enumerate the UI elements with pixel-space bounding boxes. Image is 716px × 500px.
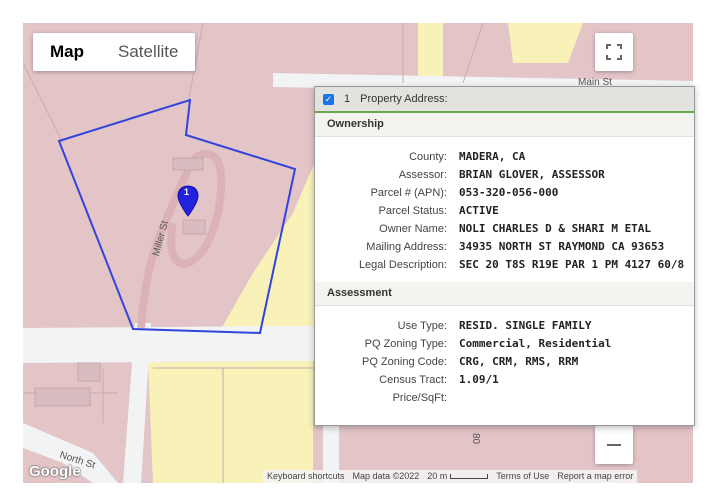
ownership-section-title: Ownership — [315, 113, 694, 137]
marker-label: 1 — [184, 187, 190, 197]
property-address-title: Property Address: — [360, 93, 448, 105]
info-value: ACTIVE — [459, 204, 499, 217]
ownership-rows: County: MADERA, CA Assessor: BRIAN GLOVER,… — [315, 137, 694, 282]
info-row: Parcel Status: ACTIVE — [315, 202, 694, 220]
property-number: 1 — [344, 93, 351, 105]
info-row: Legal Description: SEC 20 T8S R19E PAR 1 … — [315, 256, 694, 274]
scale-indicator[interactable]: 20 m — [423, 470, 492, 483]
popup-header: ✓ 1 Property Address: — [315, 87, 694, 113]
scale-label: 20 m — [427, 471, 448, 481]
info-label: Parcel Status: — [378, 205, 447, 217]
commercial-zone — [418, 23, 443, 83]
commercial-zone — [148, 358, 313, 483]
info-row: PQ Zoning Type: Commercial, Residential — [315, 335, 694, 353]
info-value: RESID. SINGLE FAMILY — [459, 319, 592, 332]
info-value: NOLI CHARLES D & SHARI M ETAL — [459, 222, 652, 235]
property-info-popup: ✓ 1 Property Address: Ownership County: M… — [314, 86, 695, 426]
info-label: Owner Name: — [379, 223, 447, 235]
info-value: CRG, CRM, RMS, RRM — [459, 355, 579, 368]
scale-bar — [450, 474, 489, 479]
info-label: Use Type: — [397, 320, 447, 332]
info-label: Mailing Address: — [366, 241, 447, 253]
info-value: SEC 20 T8S R19E PAR 1 PM 4127 60/8 — [459, 258, 685, 271]
zoom-out-button[interactable] — [595, 426, 633, 464]
info-row: PQ Zoning Code: CRG, CRM, RMS, RRM — [315, 353, 694, 371]
terms-of-use-link[interactable]: Terms of Use — [492, 470, 553, 483]
property-checkbox[interactable]: ✓ — [323, 93, 334, 105]
info-label: Census Tract: — [379, 374, 447, 386]
info-value: 34935 NORTH ST RAYMOND CA 93653 — [459, 240, 665, 253]
info-label: PQ Zoning Type: — [364, 338, 447, 350]
info-row: Owner Name: NOLI CHARLES D & SHARI M ETAL — [315, 220, 694, 238]
info-value: 1.09/1 — [459, 373, 499, 386]
info-row: Census Tract: 1.09/1 — [315, 371, 694, 389]
assessment-rows: Use Type: RESID. SINGLE FAMILY PQ Zoning … — [315, 306, 694, 415]
info-label: PQ Zoning Code: — [362, 356, 447, 368]
info-label: County: — [409, 151, 447, 163]
report-map-error-link[interactable]: Report a map error — [553, 470, 637, 483]
road-label-side-road: 80 — [470, 432, 482, 445]
info-label: Legal Description: — [358, 259, 447, 271]
info-label: Assessor: — [398, 169, 447, 181]
map-attribution: Keyboard shortcuts Map data ©2022 20 m T… — [263, 470, 638, 483]
info-row: Price/SqFt: — [315, 389, 694, 407]
info-row: Parcel # (APN): 053-320-056-000 — [315, 184, 694, 202]
info-value — [447, 389, 459, 407]
info-value: 053-320-056-000 — [459, 186, 559, 199]
assessment-section-title: Assessment — [315, 282, 694, 306]
map-type-satellite-button[interactable]: Satellite — [101, 33, 195, 71]
info-value: BRIAN GLOVER, ASSESSOR — [459, 168, 605, 181]
info-row: Use Type: RESID. SINGLE FAMILY — [315, 317, 694, 335]
fullscreen-button[interactable] — [595, 33, 633, 71]
minus-icon — [607, 444, 621, 446]
info-value: Commercial, Residential — [459, 337, 612, 350]
info-row: Mailing Address: 34935 NORTH ST RAYMOND C… — [315, 238, 694, 256]
google-logo: Google — [29, 463, 81, 480]
fullscreen-icon — [606, 44, 622, 60]
info-label: Price/SqFt: — [392, 392, 447, 404]
map-type-control: Map Satellite — [33, 33, 196, 71]
keyboard-shortcuts-link[interactable]: Keyboard shortcuts — [263, 470, 349, 483]
info-row: Assessor: BRIAN GLOVER, ASSESSOR — [315, 166, 694, 184]
map-type-map-button[interactable]: Map — [33, 33, 101, 71]
info-value: MADERA, CA — [459, 150, 526, 163]
map-data-text: Map data ©2022 — [352, 471, 420, 481]
info-row: County: MADERA, CA — [315, 148, 694, 166]
info-label: Parcel # (APN): — [370, 187, 447, 199]
